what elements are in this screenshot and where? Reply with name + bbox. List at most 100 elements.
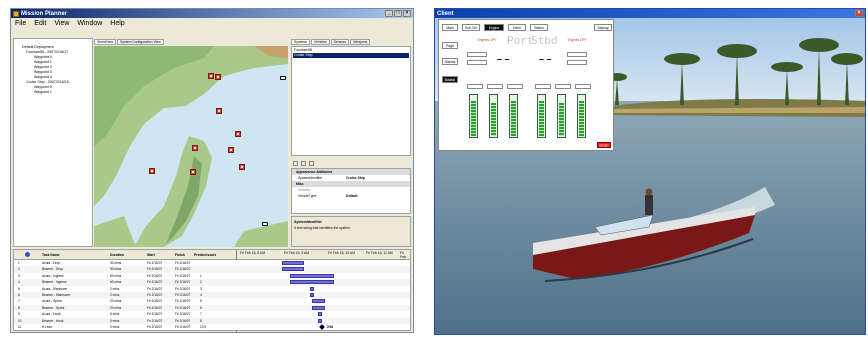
menu-help[interactable]: Help bbox=[110, 20, 124, 27]
col-predecessors[interactable]: Predecessors bbox=[194, 253, 216, 257]
task-bar[interactable] bbox=[310, 293, 315, 297]
tree-item[interactable]: Cruise Ship - 2007/2/16/15 bbox=[26, 80, 69, 84]
waypoint-marker[interactable] bbox=[239, 164, 245, 170]
vessel-icon[interactable] bbox=[262, 222, 268, 226]
tree-item[interactable]: Waypoint 2 bbox=[34, 65, 52, 69]
tree-item[interactable]: Fountain58 - 2007/2/16/17 bbox=[26, 50, 68, 54]
display-button[interactable]: Display bbox=[594, 24, 612, 31]
client-titlebar[interactable]: Client × bbox=[435, 9, 865, 18]
engine-button[interactable]: Engine bbox=[484, 24, 504, 31]
waypoint-marker[interactable] bbox=[208, 73, 214, 79]
helm-button[interactable]: Helm bbox=[508, 24, 526, 31]
milestone-marker[interactable] bbox=[319, 324, 325, 330]
port-readout-box bbox=[507, 84, 523, 89]
stbd-gauge bbox=[577, 94, 586, 138]
cell-name: Acura - Hook bbox=[42, 312, 61, 317]
task-bar[interactable] bbox=[290, 280, 334, 285]
task-bar[interactable] bbox=[312, 305, 326, 310]
menu-file[interactable]: File bbox=[15, 20, 26, 27]
waypoint-marker[interactable] bbox=[149, 168, 155, 174]
stbd-readout-box bbox=[555, 84, 571, 89]
cell-dur: 5 mins bbox=[110, 312, 120, 317]
close-button[interactable]: × bbox=[855, 10, 863, 17]
info-icon bbox=[25, 252, 30, 257]
vessel-icon[interactable] bbox=[280, 76, 286, 80]
mission-planner-titlebar[interactable]: Mission Planner _ □ × bbox=[11, 9, 413, 18]
port-control[interactable] bbox=[467, 52, 487, 57]
waypoint-marker[interactable] bbox=[190, 169, 196, 175]
sort-categorized-icon[interactable] bbox=[293, 160, 298, 166]
cell-finish: Fri 2/16/07 bbox=[175, 273, 191, 278]
tree-item[interactable]: Waypoint 1 bbox=[34, 60, 52, 64]
cell-id: 11 bbox=[18, 325, 22, 329]
task-bar[interactable] bbox=[282, 267, 304, 272]
tab-sensors[interactable]: Sensors bbox=[330, 39, 350, 45]
tree-item[interactable]: Waypoint 0 bbox=[34, 85, 52, 89]
col-duration[interactable]: Duration bbox=[110, 253, 124, 257]
stbd-control[interactable] bbox=[567, 60, 587, 65]
page-button[interactable]: Page bbox=[442, 42, 458, 49]
cell-id: 8 bbox=[18, 305, 20, 310]
waypoint-marker[interactable] bbox=[228, 147, 234, 153]
tab-systems[interactable]: Systems bbox=[291, 39, 310, 45]
port-label: Port bbox=[507, 34, 534, 47]
cell-name: Beamer - Sprint bbox=[42, 305, 65, 310]
waypoint-marker[interactable] bbox=[216, 108, 222, 114]
col-finish[interactable]: Finish bbox=[175, 253, 185, 257]
task-bar[interactable] bbox=[282, 261, 304, 265]
task-bar[interactable] bbox=[310, 286, 315, 291]
col-start[interactable]: Start bbox=[147, 253, 155, 257]
tab-system-configuration[interactable]: System Configuration View bbox=[117, 39, 164, 45]
deployment-tree: Default Deployment Fountain58 - 2007/2/1… bbox=[13, 38, 93, 247]
minimize-button[interactable]: _ bbox=[385, 10, 393, 17]
cell-name: Acura - Drop bbox=[42, 261, 61, 265]
tree-item[interactable]: Default Deployment bbox=[22, 45, 54, 49]
tree-item[interactable]: Waypoint 3 bbox=[34, 70, 52, 74]
stbd-control[interactable] bbox=[567, 52, 587, 57]
task-bar[interactable] bbox=[318, 318, 323, 323]
menu-view[interactable]: View bbox=[54, 20, 69, 27]
menu-window[interactable]: Window bbox=[77, 20, 102, 27]
tab-vehicles[interactable]: Vehicles bbox=[311, 39, 330, 45]
tab-worldview[interactable]: WorldView bbox=[94, 39, 117, 45]
stop-button[interactable]: STOP bbox=[597, 142, 611, 148]
tree-item[interactable]: Waypoint 4 bbox=[34, 75, 52, 79]
main-button[interactable]: Main bbox=[442, 24, 458, 31]
close-button[interactable]: × bbox=[403, 10, 411, 17]
menu-edit[interactable]: Edit bbox=[34, 20, 46, 27]
window-title: Client bbox=[437, 10, 454, 17]
port-gauge bbox=[509, 94, 518, 138]
status-button[interactable]: Status bbox=[530, 24, 548, 31]
tree-item[interactable]: Waypoint 0 bbox=[34, 55, 52, 59]
cell-name: Beamer - Ingress bbox=[42, 280, 67, 285]
stbd-gauge bbox=[537, 94, 546, 138]
stbd-gauge bbox=[557, 94, 566, 138]
cell-id: 4 bbox=[18, 280, 20, 285]
waypoint-marker[interactable] bbox=[235, 131, 241, 137]
cell-start: Fri 2/16/07 bbox=[147, 280, 163, 285]
tab-weapons[interactable]: Weapons bbox=[350, 39, 371, 45]
maximize-button[interactable]: □ bbox=[394, 10, 402, 17]
world-map[interactable] bbox=[94, 46, 288, 247]
list-item-selected[interactable]: Cruise Ship bbox=[293, 53, 409, 58]
cell-id: 7 bbox=[18, 299, 20, 304]
cell-dur: 60 mins bbox=[110, 273, 122, 278]
task-bar[interactable] bbox=[290, 273, 334, 278]
property-row[interactable]: VehicleType Default bbox=[292, 193, 410, 199]
cell-name: Acura - Ingress bbox=[42, 273, 64, 278]
alarms-button[interactable]: Alarms bbox=[442, 58, 458, 65]
sort-alphabetical-icon[interactable] bbox=[301, 160, 306, 166]
property-pages-icon[interactable] bbox=[309, 160, 314, 166]
ballast-button[interactable]: Ballast bbox=[442, 76, 458, 83]
task-bar[interactable] bbox=[312, 299, 326, 304]
table-row[interactable]: 11 H-Hour 0 mins Fri 2/16/07 Fri 2/16/07 10,9… bbox=[14, 324, 410, 331]
cell-finish: Fri 2/16/07 bbox=[175, 267, 191, 272]
cell-name: H-Hour bbox=[42, 325, 53, 329]
sub-ctrl-button[interactable]: Sub-Ctrl bbox=[462, 24, 480, 31]
waypoint-marker[interactable] bbox=[215, 74, 221, 80]
col-task-name[interactable]: Task Name bbox=[42, 253, 60, 257]
tree-item[interactable]: Waypoint 1 bbox=[34, 90, 52, 94]
waypoint-marker[interactable] bbox=[192, 145, 198, 151]
task-bar[interactable] bbox=[318, 312, 323, 317]
port-control[interactable] bbox=[467, 60, 487, 65]
